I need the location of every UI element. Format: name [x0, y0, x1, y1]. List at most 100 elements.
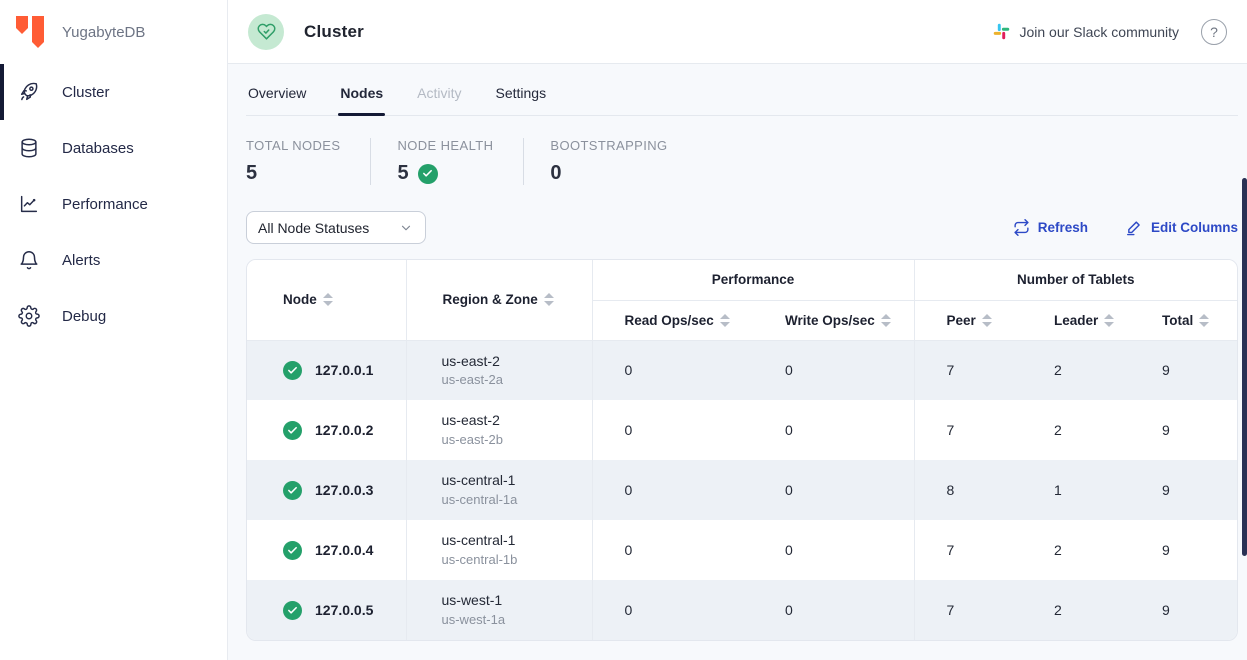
- write-ops-value: 0: [753, 580, 914, 640]
- sidebar-item-debug[interactable]: Debug: [0, 288, 227, 344]
- leader-tablets-value: 2: [1022, 400, 1130, 460]
- vertical-scrollbar[interactable]: [1242, 178, 1247, 556]
- node-region: us-central-1: [442, 471, 592, 489]
- slack-community-link[interactable]: Join our Slack community: [993, 23, 1179, 40]
- column-header-read-ops[interactable]: Read Ops/sec: [592, 300, 753, 340]
- column-header-total[interactable]: Total: [1130, 300, 1237, 340]
- sidebar-item-label: Cluster: [62, 84, 110, 101]
- nodes-table: Node Region & Zone Performance Number of…: [246, 259, 1238, 641]
- sort-icon: [323, 293, 333, 306]
- table-row[interactable]: 127.0.0.5 us-west-1 us-west-1a 0 0 7 2 9: [247, 580, 1237, 640]
- total-tablets-value: 9: [1130, 340, 1237, 400]
- sidebar-item-cluster[interactable]: Cluster: [0, 64, 227, 120]
- column-header-leader[interactable]: Leader: [1022, 300, 1130, 340]
- page-title: Cluster: [304, 22, 364, 42]
- refresh-icon: [1013, 219, 1030, 236]
- column-header-write-ops[interactable]: Write Ops/sec: [753, 300, 914, 340]
- node-healthy-icon: [283, 541, 302, 560]
- node-address: 127.0.0.2: [315, 422, 373, 438]
- slack-icon: [993, 23, 1010, 40]
- tab-bar: Overview Nodes Activity Settings: [246, 64, 1238, 116]
- node-address: 127.0.0.4: [315, 542, 373, 558]
- node-zone: us-east-2b: [442, 432, 592, 449]
- peer-tablets-value: 7: [914, 340, 1022, 400]
- table-row[interactable]: 127.0.0.2 us-east-2 us-east-2b 0 0 7 2 9: [247, 400, 1237, 460]
- stat-value: 5: [246, 162, 340, 185]
- sidebar-item-databases[interactable]: Databases: [0, 120, 227, 176]
- tab-nodes[interactable]: Nodes: [338, 85, 385, 115]
- node-healthy-icon: [283, 601, 302, 620]
- sidebar-item-performance[interactable]: Performance: [0, 176, 227, 232]
- read-ops-value: 0: [592, 340, 753, 400]
- edit-columns-label: Edit Columns: [1151, 220, 1238, 235]
- stat-label: TOTAL NODES: [246, 138, 340, 153]
- sidebar-item-alerts[interactable]: Alerts: [0, 232, 227, 288]
- sort-icon: [720, 314, 730, 327]
- tab-activity[interactable]: Activity: [415, 85, 463, 115]
- read-ops-value: 0: [592, 400, 753, 460]
- node-status-filter-value: All Node Statuses: [258, 220, 369, 236]
- table-row[interactable]: 127.0.0.4 us-central-1 us-central-1b 0 0…: [247, 520, 1237, 580]
- total-tablets-value: 9: [1130, 580, 1237, 640]
- node-address: 127.0.0.3: [315, 482, 373, 498]
- node-region: us-east-2: [442, 411, 592, 429]
- refresh-button[interactable]: Refresh: [1013, 219, 1088, 236]
- sidebar: YugabyteDB Cluster: [0, 0, 228, 660]
- chevron-down-icon: [399, 221, 413, 235]
- app-window: YugabyteDB Cluster: [0, 0, 1247, 660]
- column-header-peer[interactable]: Peer: [914, 300, 1022, 340]
- sort-icon: [1104, 314, 1114, 327]
- stat-bootstrapping: BOOTSTRAPPING 0: [550, 138, 697, 185]
- stat-label: BOOTSTRAPPING: [550, 138, 667, 153]
- stat-value: 0: [550, 162, 667, 185]
- write-ops-value: 0: [753, 340, 914, 400]
- node-healthy-icon: [283, 481, 302, 500]
- node-address: 127.0.0.5: [315, 602, 373, 618]
- column-header-node[interactable]: Node: [247, 260, 406, 340]
- read-ops-value: 0: [592, 580, 753, 640]
- table-row[interactable]: 127.0.0.1 us-east-2 us-east-2a 0 0 7 2 9: [247, 340, 1237, 400]
- table-row[interactable]: 127.0.0.3 us-central-1 us-central-1a 0 0…: [247, 460, 1237, 520]
- total-tablets-value: 9: [1130, 460, 1237, 520]
- help-icon[interactable]: ?: [1201, 19, 1227, 45]
- stats-row: TOTAL NODES 5 NODE HEALTH 5 BOOTSTRAPPIN…: [246, 138, 1238, 185]
- peer-tablets-value: 8: [914, 460, 1022, 520]
- node-healthy-icon: [283, 361, 302, 380]
- node-region: us-east-2: [442, 352, 592, 370]
- slack-link-label: Join our Slack community: [1019, 24, 1179, 40]
- brand-header: YugabyteDB: [0, 0, 227, 64]
- node-status-filter[interactable]: All Node Statuses: [246, 211, 426, 244]
- tab-overview[interactable]: Overview: [246, 85, 308, 115]
- rocket-icon: [18, 81, 40, 103]
- peer-tablets-value: 7: [914, 400, 1022, 460]
- pencil-icon: [1126, 219, 1143, 236]
- stat-total-nodes: TOTAL NODES 5: [246, 138, 371, 185]
- write-ops-value: 0: [753, 520, 914, 580]
- sort-icon: [881, 314, 891, 327]
- tab-settings[interactable]: Settings: [494, 85, 549, 115]
- node-address: 127.0.0.1: [315, 362, 373, 378]
- content-area: Overview Nodes Activity Settings TOTAL N…: [228, 64, 1247, 660]
- sidebar-item-label: Databases: [62, 140, 134, 157]
- sidebar-item-label: Alerts: [62, 252, 100, 269]
- sort-icon: [1199, 314, 1209, 327]
- leader-tablets-value: 2: [1022, 340, 1130, 400]
- write-ops-value: 0: [753, 400, 914, 460]
- column-group-performance: Performance: [592, 260, 914, 300]
- write-ops-value: 0: [753, 460, 914, 520]
- cluster-health-icon: [248, 14, 284, 50]
- column-group-tablets: Number of Tablets: [914, 260, 1237, 300]
- yugabytedb-logo-icon: [14, 15, 46, 49]
- edit-columns-button[interactable]: Edit Columns: [1126, 219, 1238, 236]
- total-tablets-value: 9: [1130, 400, 1237, 460]
- gear-icon: [18, 305, 40, 327]
- stat-label: NODE HEALTH: [397, 138, 493, 153]
- node-zone: us-central-1b: [442, 552, 592, 569]
- brand-name: YugabyteDB: [62, 24, 145, 41]
- node-zone: us-west-1a: [442, 612, 592, 629]
- sort-icon: [982, 314, 992, 327]
- health-check-icon: [418, 164, 438, 184]
- column-header-region-zone[interactable]: Region & Zone: [406, 260, 592, 340]
- node-healthy-icon: [283, 421, 302, 440]
- stat-value: 5: [397, 162, 493, 185]
